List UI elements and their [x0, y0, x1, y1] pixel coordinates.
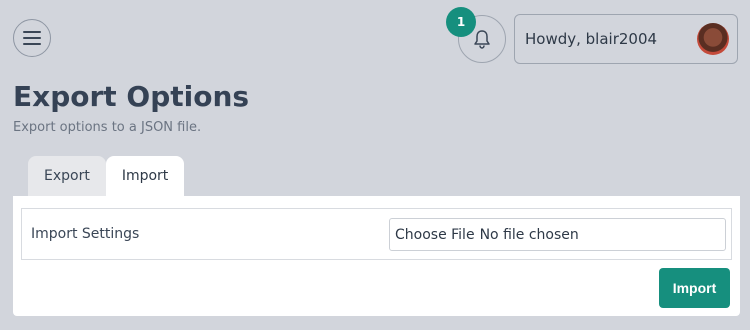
- avatar: [697, 23, 729, 55]
- user-greeting: Howdy, blair2004: [525, 30, 658, 48]
- notification-badge: 1: [446, 7, 476, 37]
- hamburger-icon: [23, 31, 41, 45]
- menu-button[interactable]: [13, 19, 51, 57]
- user-menu[interactable]: Howdy, blair2004: [514, 14, 738, 64]
- import-panel: Import Settings Choose File No file chos…: [13, 196, 740, 316]
- tab-bar: Export Import: [28, 156, 185, 196]
- import-settings-row: Import Settings Choose File No file chos…: [21, 208, 732, 260]
- import-button[interactable]: Import: [659, 268, 730, 308]
- file-input[interactable]: Choose File No file chosen: [389, 218, 726, 251]
- page-title: Export Options: [13, 80, 250, 113]
- bell-icon: [474, 30, 490, 49]
- tab-import[interactable]: Import: [105, 156, 185, 196]
- tab-export[interactable]: Export: [28, 156, 106, 196]
- import-settings-label: Import Settings: [31, 226, 140, 242]
- page-subtitle: Export options to a JSON file.: [13, 120, 202, 135]
- file-status: No file chosen: [479, 226, 579, 243]
- choose-file-button[interactable]: Choose File: [395, 227, 475, 243]
